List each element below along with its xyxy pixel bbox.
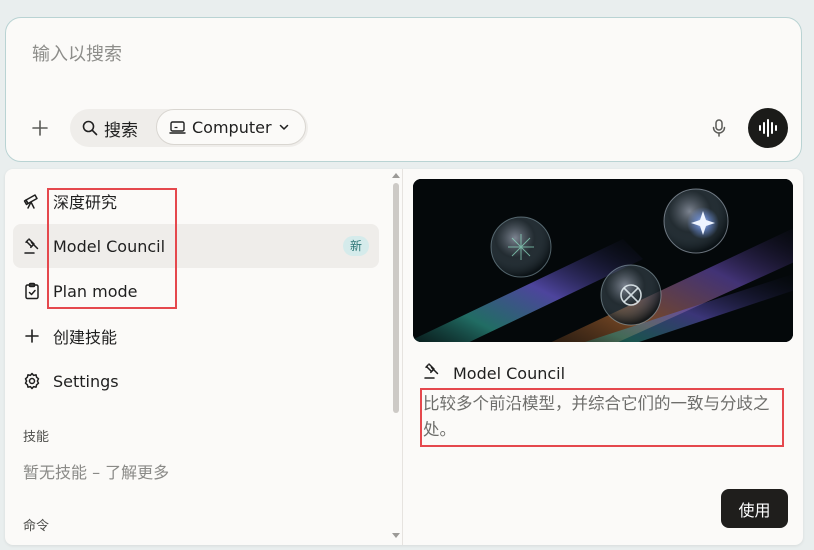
preview-title-text: Model Council bbox=[453, 363, 566, 383]
waveform-icon bbox=[759, 119, 777, 137]
menu-item-label: 创建技能 bbox=[53, 328, 118, 347]
preview-description: 比较多个前沿模型，并综合它们的一致与分歧之处。 bbox=[423, 394, 770, 439]
gavel-icon bbox=[23, 237, 41, 255]
search-icon bbox=[82, 120, 98, 136]
mode-search-button[interactable]: 搜索 bbox=[82, 109, 138, 147]
menu-item-model-council[interactable]: Model Council 新 bbox=[13, 224, 379, 268]
use-button[interactable]: 使用 bbox=[721, 489, 788, 528]
laptop-icon bbox=[169, 120, 186, 134]
menu-item-deep-research[interactable]: 深度研究 bbox=[13, 179, 379, 223]
preview-image bbox=[413, 179, 793, 342]
microphone-button[interactable] bbox=[708, 117, 730, 139]
scroll-down-arrow-icon[interactable] bbox=[392, 533, 400, 538]
mode-search-label: 搜索 bbox=[104, 120, 138, 141]
telescope-icon bbox=[23, 192, 41, 210]
preview-title: Model Council bbox=[423, 362, 565, 384]
microphone-icon bbox=[712, 119, 726, 137]
search-composer: 搜索 Computer bbox=[5, 17, 802, 162]
mode-computer-dropdown[interactable]: Computer bbox=[156, 109, 306, 145]
scroll-up-arrow-icon[interactable] bbox=[392, 173, 400, 178]
gear-icon bbox=[23, 372, 41, 390]
mode-computer-label: Computer bbox=[192, 117, 272, 137]
menu-item-label: 深度研究 bbox=[53, 193, 118, 212]
skills-empty-learn-more-link[interactable]: 暂无技能 – 了解更多 bbox=[23, 459, 169, 483]
plus-icon bbox=[23, 327, 41, 345]
chevron-down-icon bbox=[279, 124, 288, 130]
search-input[interactable] bbox=[30, 38, 774, 70]
scrollbar-thumb[interactable] bbox=[393, 183, 399, 413]
mode-selector: 搜索 Computer bbox=[70, 109, 308, 147]
add-attachment-button[interactable] bbox=[28, 116, 52, 140]
skills-section-header: 技能 bbox=[23, 430, 50, 445]
voice-mode-button[interactable] bbox=[748, 108, 788, 148]
plus-icon bbox=[32, 120, 48, 136]
command-menu-panel: 深度研究 Model Council 新 Plan mode 创建技能 Sett… bbox=[5, 169, 803, 545]
panel-divider bbox=[402, 169, 403, 545]
menu-item-label: Model Council bbox=[53, 236, 166, 256]
menu-list: 深度研究 Model Council 新 Plan mode 创建技能 Sett… bbox=[5, 169, 390, 545]
menu-item-create-skill[interactable]: 创建技能 bbox=[13, 314, 379, 358]
menu-item-label: Plan mode bbox=[53, 281, 138, 301]
menu-item-plan-mode[interactable]: Plan mode bbox=[13, 269, 379, 313]
commands-section-header: 命令 bbox=[23, 519, 50, 534]
menu-item-label: Settings bbox=[53, 371, 119, 391]
gavel-icon bbox=[423, 362, 441, 384]
clipboard-check-icon bbox=[23, 282, 41, 300]
menu-item-settings[interactable]: Settings bbox=[13, 359, 379, 403]
new-badge: 新 bbox=[342, 236, 369, 256]
